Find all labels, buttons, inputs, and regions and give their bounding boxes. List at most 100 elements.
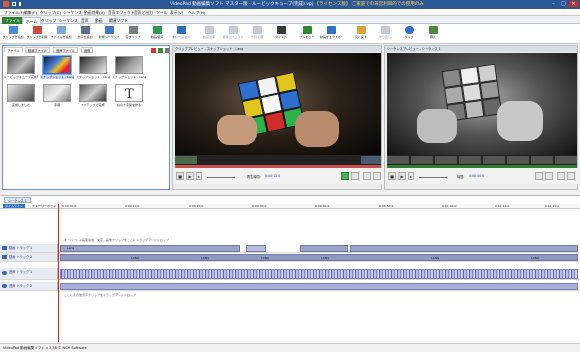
title-button[interactable]: タイトル — [270, 25, 292, 43]
sequence-video-frame — [387, 53, 577, 155]
undo-button[interactable]: 元に戻す — [350, 25, 372, 43]
bin-remove-icon[interactable] — [151, 48, 156, 53]
clip-volume-slider[interactable] — [207, 177, 235, 178]
clip-label: LANG — [201, 256, 210, 260]
sequence-snapshot-button[interactable] — [557, 172, 565, 180]
audio-track-2-name: 音声 トラック 2 — [9, 284, 33, 288]
ruler-tick: 0:00:30.0 — [252, 204, 267, 208]
preview-button[interactable]: プレビュー — [296, 25, 318, 43]
quick-undo-icon[interactable] — [19, 2, 23, 6]
bin-item-label: スナップショット - Lang (ルービック) — [112, 75, 146, 79]
add-text-label: 文字を追加 — [77, 35, 93, 39]
bin-item-thumbnail[interactable] — [7, 84, 35, 102]
bin-item-thumbnail[interactable] — [79, 56, 107, 74]
sequence-volume-slider[interactable] — [419, 177, 447, 178]
timeline-audio-waveform[interactable] — [60, 269, 578, 279]
undo-icon — [356, 26, 366, 34]
save-icon[interactable] — [12, 2, 16, 6]
clip-play-button[interactable]: ▶ — [186, 172, 194, 180]
sequence-play-button[interactable]: ▶ — [398, 172, 406, 180]
bin-tab-video[interactable]: 動画ファイル — [25, 47, 51, 53]
bin-item-thumbnail[interactable]: T — [115, 84, 143, 102]
status-text: VideoPad 動画編集ソフト v 3.38 © NCH Software — [3, 346, 87, 350]
bin-item-thumbnail[interactable] — [43, 56, 71, 74]
help-button[interactable]: ヘルプ — [398, 25, 420, 43]
timeline-video-clip[interactable] — [246, 245, 266, 252]
sequence-loop-button[interactable] — [545, 172, 553, 180]
bin-item-thumbnail[interactable] — [43, 84, 71, 102]
timeline-audio-clip[interactable] — [60, 283, 578, 290]
audio-track-1-header[interactable]: 音声 トラック 1 — [0, 268, 58, 279]
ruler-tick: 0:01:10.0 — [495, 204, 510, 208]
hand-image — [417, 109, 457, 143]
bin-menu-icon[interactable] — [165, 48, 169, 53]
ruler-tick: 0:00:20.0 — [189, 204, 204, 208]
timeline-video-clip[interactable] — [300, 245, 348, 252]
video-track-2-name: 動画 トラック 2 — [9, 255, 33, 259]
redo-button[interactable]: やり直し — [374, 25, 396, 43]
video-track-2-header[interactable]: 動画 トラック 2 — [0, 253, 58, 261]
timeline-video-clip[interactable] — [350, 245, 578, 252]
speaker-icon — [2, 284, 7, 288]
bin-tab-audio[interactable]: 音声ファイル — [53, 47, 79, 53]
bin-item-thumbnail[interactable] — [79, 84, 107, 102]
title-label: タイトル — [274, 35, 287, 39]
playhead[interactable] — [58, 204, 59, 342]
clip-sequence-button[interactable] — [351, 172, 359, 180]
video-audio-button[interactable]: 動画/音声 — [146, 25, 168, 43]
bin-add-icon[interactable] — [158, 48, 163, 53]
close-button[interactable]: ✕ — [569, 1, 578, 7]
minimize-button[interactable]: – — [549, 1, 558, 7]
tab-storyboard-view[interactable]: ストーリーボード — [32, 204, 56, 208]
bin-item-thumbnail[interactable] — [115, 56, 143, 74]
clip-snapshot-button[interactable] — [363, 172, 371, 180]
clip-step-button[interactable]: ▸ — [196, 172, 202, 180]
buy-button[interactable]: 購入 — [422, 25, 444, 43]
add-text-button[interactable]: 文字を追加 — [74, 25, 96, 43]
video-audio-icon — [152, 26, 162, 34]
remove-clip-button[interactable]: クリップを削除 — [26, 25, 48, 43]
sequence-fullscreen-button[interactable] — [567, 172, 575, 180]
export-video-button[interactable]: 動画をエクスポート — [320, 25, 342, 43]
sequence-control-bar: ■ ▶ ▸ 時間: 0:00:00.0 — [385, 168, 579, 184]
bin-item-label: 7ステップで完成 — [81, 103, 105, 107]
tab-timeline-view[interactable]: タイムライン — [3, 204, 25, 208]
video-track-1-header[interactable]: 動画 トラック 1 — [0, 244, 58, 252]
video-effects-button[interactable]: 動画効果 — [198, 25, 220, 43]
clip-green-button[interactable] — [341, 172, 349, 180]
maximize-button[interactable]: □ — [559, 1, 568, 7]
blank-clip-button[interactable]: 空クリップ — [122, 25, 144, 43]
sequence-camera-button[interactable] — [535, 172, 543, 180]
timeline-ruler[interactable]: タイムライン ストーリーボード 0:00:00.0 0:00:10.0 0:00… — [0, 204, 580, 209]
sequence-tab[interactable]: シーケンス 1 — [4, 197, 31, 203]
timeline-video-clip[interactable]: LANG LANG LANG LANG LANG LANG — [60, 254, 578, 261]
sequence-step-button[interactable]: ▸ — [408, 172, 414, 180]
split-button[interactable]: 分割/切断 — [246, 25, 268, 43]
clip-label: LANG — [261, 256, 270, 260]
tab-video[interactable]: 動画 — [92, 17, 106, 24]
narration-button[interactable]: ナレーション — [170, 25, 192, 43]
sequence-stop-button[interactable]: ■ — [388, 172, 396, 180]
add-file-icon — [56, 26, 66, 34]
clip-fullscreen-button[interactable] — [373, 172, 381, 180]
help-icon — [404, 26, 414, 34]
add-clip-button[interactable]: クリップを追加 — [2, 25, 24, 43]
timeline-video-clip[interactable]: Lang — [60, 245, 240, 252]
new-sequence-button[interactable]: 新規シーケンス — [98, 25, 120, 43]
tab-audio[interactable]: 音声 — [78, 17, 92, 24]
transition-icon — [228, 26, 238, 34]
bin-item-thumbnail[interactable] — [7, 56, 35, 74]
add-clip-icon — [8, 26, 18, 34]
bin-tab-images[interactable]: 画像 — [81, 47, 94, 53]
title-bar: VideoPad 動画編集ソフト マスター版 - ルービックキューブ(完成).v… — [0, 0, 580, 9]
add-file-button[interactable]: ファイルを追加 — [50, 25, 72, 43]
clip-label: LANG — [321, 256, 330, 260]
audio-track-2-header[interactable]: 音声 トラック 2 — [0, 282, 58, 290]
tab-file[interactable]: ファイル — [2, 17, 24, 24]
video-track-1-name: 動画 トラック 1 — [9, 246, 33, 250]
transition-button[interactable]: 遷移エフェクト — [222, 25, 244, 43]
bin-tab-files[interactable]: ファイル — [4, 47, 23, 53]
clip-stop-button[interactable]: ■ — [176, 172, 184, 180]
tab-related-software[interactable]: 関連ソフト — [106, 17, 131, 24]
video-track-2: 動画 トラック 2 LANG LANG LANG LANG LANG LANG — [0, 253, 580, 262]
